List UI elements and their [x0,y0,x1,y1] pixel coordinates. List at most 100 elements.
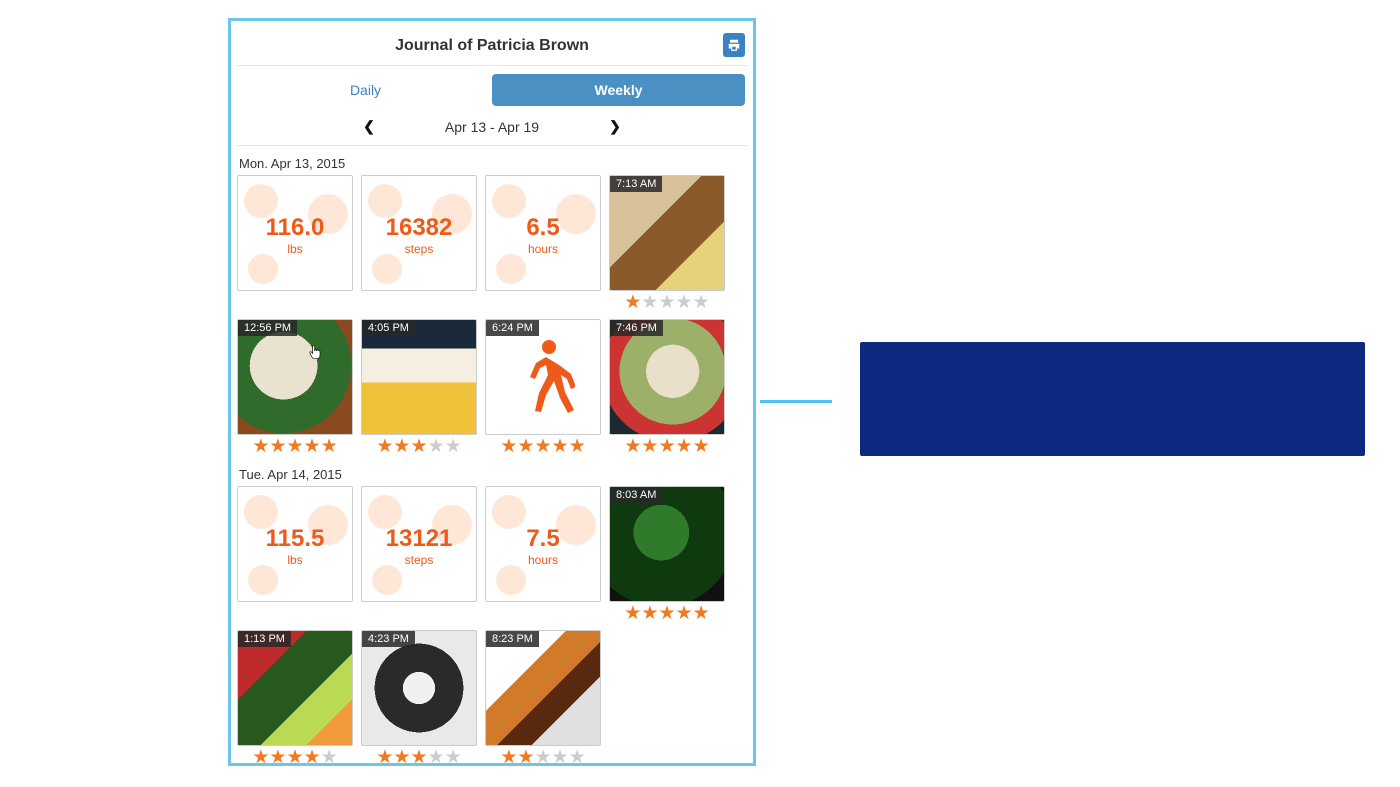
metric-unit: hours [486,553,600,567]
callout-connector [760,400,832,403]
rating-stars: ★★★★★ [500,748,585,763]
rating-stars: ★★★★★ [376,437,461,457]
rating-stars: ★★★★★ [376,748,461,763]
meal-photo [486,631,600,745]
app-frame: Journal of Patricia Brown Daily Weekly ❮… [228,18,756,766]
star-icon: ★ [252,748,269,763]
star-icon: ★ [321,748,338,763]
metric-tile-hours[interactable]: 6.5hours [485,175,601,291]
metric-tile-lbs[interactable]: 115.5lbs [237,486,353,602]
star-icon: ★ [500,437,517,457]
star-icon: ★ [517,748,534,763]
next-week-button[interactable]: ❯ [609,118,621,135]
day-row: 12:56 PM★★★★★4:05 PM★★★★★6:24 PM★★★★★7:4… [237,319,747,457]
meal-photo-tile[interactable]: 7:13 AM [609,175,725,291]
star-icon: ★ [658,604,675,624]
meal-photo-tile[interactable]: 4:23 PM [361,630,477,746]
star-icon: ★ [676,293,693,313]
meal-photo-tile[interactable]: 12:56 PM [237,319,353,435]
entry-timestamp: 4:05 PM [362,320,415,336]
star-icon: ★ [445,437,462,457]
entry-timestamp: 8:23 PM [486,631,539,647]
rating-stars: ★★★★★ [252,437,337,457]
star-icon: ★ [641,437,658,457]
meal-photo [362,631,476,745]
star-icon: ★ [445,748,462,763]
meal-photo [238,631,352,745]
entry-timestamp: 1:13 PM [238,631,291,647]
star-icon: ★ [641,293,658,313]
activity-tile[interactable]: 6:24 PM [485,319,601,435]
star-icon: ★ [676,604,693,624]
meal-photo [610,487,724,601]
star-icon: ★ [321,437,338,457]
star-icon: ★ [376,437,393,457]
meal-photo [610,176,724,290]
star-icon: ★ [552,748,569,763]
star-icon: ★ [534,748,551,763]
metric-unit: lbs [238,553,352,567]
entry-timestamp: 7:13 AM [610,176,662,192]
view-tabs: Daily Weekly [237,66,747,114]
meal-photo [610,320,724,434]
meal-photo [362,320,476,434]
tab-daily[interactable]: Daily [239,74,492,106]
entry-timestamp: 4:23 PM [362,631,415,647]
meal-photo-tile[interactable]: 4:05 PM [361,319,477,435]
rating-stars: ★★★★★ [500,437,585,457]
metric-value: 115.5 [238,525,352,553]
rating-stars: ★★★★★ [624,293,709,313]
meal-photo-tile[interactable]: 8:23 PM [485,630,601,746]
tab-weekly[interactable]: Weekly [492,74,745,106]
star-icon: ★ [517,437,534,457]
star-icon: ★ [304,437,321,457]
star-icon: ★ [676,437,693,457]
meal-photo-tile[interactable]: 8:03 AM [609,486,725,602]
metric-value: 13121 [362,525,476,553]
print-icon [727,38,741,52]
star-icon: ★ [624,437,641,457]
metric-value: 6.5 [486,214,600,242]
metric-tile-hours[interactable]: 7.5hours [485,486,601,602]
star-icon: ★ [304,748,321,763]
meal-photo-tile[interactable]: 7:46 PM [609,319,725,435]
star-icon: ★ [428,437,445,457]
rating-stars: ★★★★★ [252,748,337,763]
entry-timestamp: 7:46 PM [610,320,663,336]
star-icon: ★ [393,748,410,763]
pointer-cursor-icon [308,342,324,362]
star-icon: ★ [410,748,427,763]
metric-value: 7.5 [486,525,600,553]
star-icon: ★ [500,748,517,763]
day-row: 116.0lbs ★ 16382steps ★ 6.5hours ★ 7:13 AM ★★★★… [237,175,747,313]
star-icon: ★ [410,437,427,457]
metric-tile-lbs[interactable]: 116.0lbs [237,175,353,291]
star-icon: ★ [569,748,586,763]
entry-timestamp: 12:56 PM [238,320,297,336]
star-icon: ★ [269,748,286,763]
prev-week-button[interactable]: ❮ [363,118,375,135]
walk-icon [511,337,575,417]
print-button[interactable] [723,33,745,57]
metric-unit: steps [362,242,476,256]
meal-photo-tile[interactable]: 1:13 PM [237,630,353,746]
day-row: 115.5lbs★13121steps★7.5hours★8:03 AM★★★★… [237,486,747,624]
metric-unit: lbs [238,242,352,256]
star-icon: ★ [269,437,286,457]
page-title: Journal of Patricia Brown [395,37,589,55]
metric-tile-steps[interactable]: 16382steps [361,175,477,291]
star-icon: ★ [286,748,303,763]
star-icon: ★ [641,604,658,624]
day-label: Tue. Apr 14, 2015 [239,467,745,482]
star-icon: ★ [624,604,641,624]
star-icon: ★ [624,293,641,313]
star-icon: ★ [658,437,675,457]
entry-timestamp: 8:03 AM [610,487,662,503]
star-icon: ★ [428,748,445,763]
star-icon: ★ [393,437,410,457]
metric-tile-steps[interactable]: 13121steps [361,486,477,602]
star-icon: ★ [286,437,303,457]
star-icon: ★ [252,437,269,457]
meal-photo [238,320,352,434]
star-icon: ★ [693,604,710,624]
